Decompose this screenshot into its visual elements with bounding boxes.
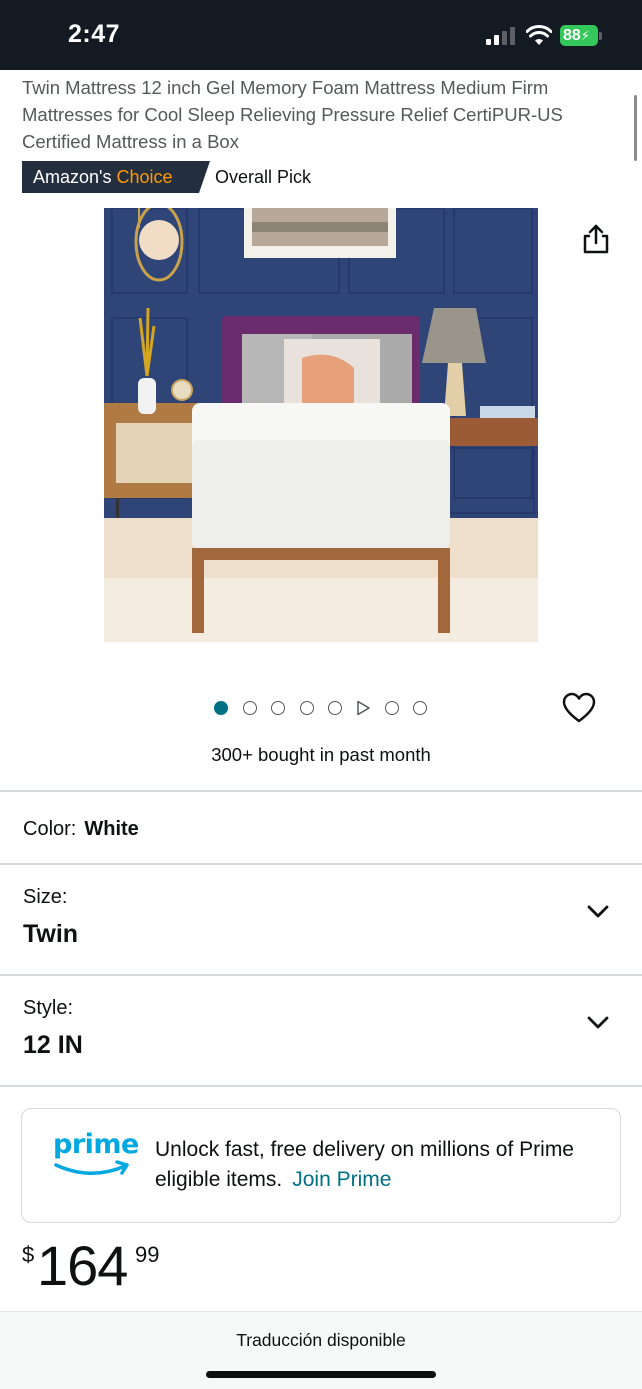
prime-upsell-box[interactable]: prime Unlock fast, free delivery on mill… xyxy=(21,1108,621,1223)
translation-available-link[interactable]: Traducción disponible xyxy=(0,1330,642,1351)
battery-tip xyxy=(599,32,602,40)
carousel-dot[interactable] xyxy=(271,701,285,715)
divider xyxy=(0,790,642,792)
mattress-product-photo xyxy=(104,208,538,642)
size-label: Size: xyxy=(23,886,68,908)
prime-logo-icon: prime xyxy=(53,1129,139,1187)
bought-in-past-month: 300+ bought in past month xyxy=(211,744,431,765)
image-carousel-dots[interactable] xyxy=(214,700,434,716)
style-label: Style: xyxy=(23,997,74,1019)
color-value: White xyxy=(84,818,139,840)
cellular-signal-icon xyxy=(486,27,516,45)
wifi-icon xyxy=(526,25,552,45)
amazons-choice-badge[interactable]: Amazon's Choice xyxy=(22,161,210,193)
chevron-down-icon[interactable] xyxy=(586,1015,610,1031)
carousel-dot[interactable] xyxy=(385,701,399,715)
video-play-icon[interactable] xyxy=(356,700,371,716)
color-selector[interactable]: Color: White xyxy=(23,818,139,841)
home-indicator xyxy=(206,1371,436,1378)
badge-prefix: Amazon's xyxy=(33,167,112,187)
carousel-dot[interactable] xyxy=(243,701,257,715)
translation-banner[interactable]: Traducción disponible xyxy=(0,1311,642,1389)
carousel-dot[interactable] xyxy=(413,701,427,715)
carousel-dot-active[interactable] xyxy=(214,701,228,715)
share-icon[interactable] xyxy=(581,223,611,255)
carousel-dot[interactable] xyxy=(328,701,342,715)
prime-smile-icon xyxy=(54,1160,129,1175)
scrollbar[interactable] xyxy=(634,95,637,161)
price-whole: 164 xyxy=(37,1234,128,1297)
battery-level: 88 xyxy=(563,27,581,44)
divider xyxy=(0,974,642,976)
badge-accent: Choice xyxy=(116,167,173,187)
product-image[interactable] xyxy=(104,208,538,642)
price-fraction: 99 xyxy=(135,1242,160,1267)
divider xyxy=(0,863,642,865)
join-prime-link[interactable]: Join Prime xyxy=(292,1168,391,1191)
style-value: 12 IN xyxy=(23,1031,83,1059)
status-time: 2:47 xyxy=(68,20,121,48)
chevron-down-icon[interactable] xyxy=(586,904,610,920)
heart-icon[interactable] xyxy=(562,692,596,724)
size-value: Twin xyxy=(23,920,79,948)
prime-logo-text: prime xyxy=(53,1129,139,1160)
battery-icon: 88⚡ xyxy=(560,25,598,46)
price-symbol: $ xyxy=(22,1242,35,1267)
color-label: Color: xyxy=(23,818,77,840)
carousel-dot[interactable] xyxy=(300,701,314,715)
status-bar: 2:47 88⚡ xyxy=(0,0,642,70)
divider xyxy=(0,1085,642,1087)
product-title: Twin Mattress 12 inch Gel Memory Foam Ma… xyxy=(22,77,563,152)
overall-pick-label: Overall Pick xyxy=(215,167,312,187)
prime-message: Unlock fast, free delivery on millions o… xyxy=(155,1135,595,1195)
